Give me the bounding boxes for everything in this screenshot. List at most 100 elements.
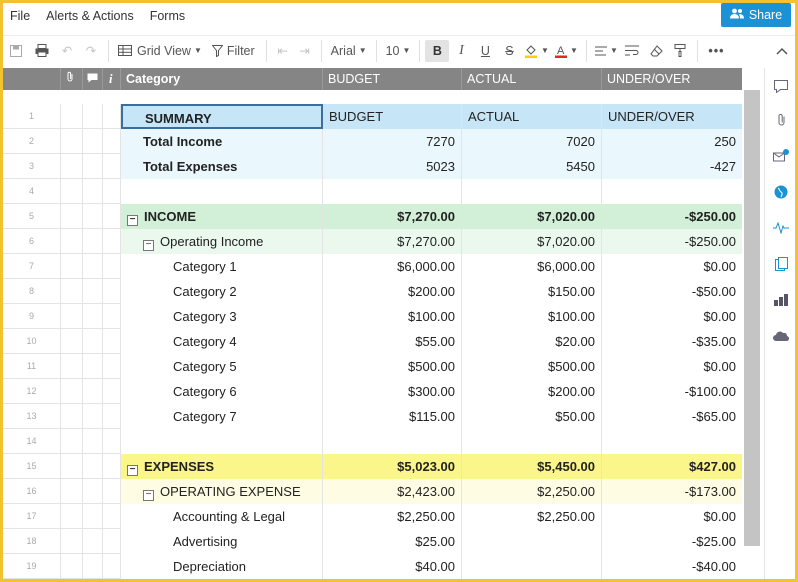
- bold-icon[interactable]: B: [425, 39, 450, 62]
- format-painter-icon[interactable]: [668, 40, 692, 62]
- attachment-cell[interactable]: [61, 129, 83, 154]
- category-cell[interactable]: Category 2: [121, 279, 323, 304]
- table-row[interactable]: 13 Category 7 $115.00 $50.00 -$65.00: [3, 404, 742, 429]
- budget-cell[interactable]: $2,250.00: [323, 504, 462, 529]
- budget-cell[interactable]: $300.00: [323, 379, 462, 404]
- actual-cell[interactable]: 7020: [462, 129, 602, 154]
- under-over-cell[interactable]: 250: [602, 129, 742, 154]
- italic-icon[interactable]: I: [449, 40, 473, 62]
- eraser-icon[interactable]: [644, 40, 668, 62]
- category-cell[interactable]: Total Income: [121, 129, 323, 154]
- info-cell[interactable]: [103, 254, 121, 279]
- actual-cell[interactable]: [462, 529, 602, 554]
- attachment-cell[interactable]: [61, 229, 83, 254]
- attachment-cell[interactable]: [61, 304, 83, 329]
- attachment-cell[interactable]: [61, 454, 83, 479]
- comment-cell[interactable]: [83, 454, 103, 479]
- attachment-cell[interactable]: [61, 104, 83, 129]
- under-over-cell[interactable]: -$250.00: [602, 204, 742, 229]
- table-row[interactable]: 2 Total Income 7270 7020 250: [3, 129, 742, 154]
- fill-color-dropdown[interactable]: ▼: [521, 40, 551, 62]
- category-cell[interactable]: Advertising: [121, 529, 323, 554]
- cloud-connector-icon[interactable]: [773, 328, 789, 344]
- budget-cell[interactable]: $7,270.00: [323, 204, 462, 229]
- budget-cell[interactable]: $25.00: [323, 529, 462, 554]
- actual-cell[interactable]: $2,250.00: [462, 504, 602, 529]
- info-cell[interactable]: [103, 304, 121, 329]
- info-cell[interactable]: [103, 554, 121, 579]
- indent-icon[interactable]: ⇥: [294, 40, 316, 62]
- collapse-toolbar-icon[interactable]: [769, 40, 795, 62]
- under-over-cell[interactable]: -$40.00: [602, 554, 742, 579]
- table-row[interactable]: 6− Operating Income $7,270.00 $7,020.00 -$25…: [3, 229, 742, 254]
- category-cell[interactable]: Category 5: [121, 354, 323, 379]
- budget-cell[interactable]: 5023: [323, 154, 462, 179]
- table-row[interactable]: 12 Category 6 $300.00 $200.00 -$100.00: [3, 379, 742, 404]
- grid-view-dropdown[interactable]: Grid View ▼: [114, 40, 206, 62]
- table-row[interactable]: 15− EXPENSES $5,023.00 $5,450.00 $427.00: [3, 454, 742, 479]
- info-cell[interactable]: [103, 204, 121, 229]
- info-cell[interactable]: [103, 354, 121, 379]
- actual-cell[interactable]: $7,020.00: [462, 229, 602, 254]
- under-over-cell[interactable]: -$100.00: [602, 379, 742, 404]
- comment-cell[interactable]: [83, 379, 103, 404]
- actual-cell[interactable]: $50.00: [462, 404, 602, 429]
- attachment-cell[interactable]: [61, 279, 83, 304]
- budget-cell[interactable]: $115.00: [323, 404, 462, 429]
- comment-cell[interactable]: [83, 329, 103, 354]
- table-row[interactable]: 3 Total Expenses 5023 5450 -427: [3, 154, 742, 179]
- budget-cell[interactable]: 7270: [323, 129, 462, 154]
- attachment-cell[interactable]: [61, 429, 83, 454]
- budget-cell[interactable]: $500.00: [323, 354, 462, 379]
- text-color-dropdown[interactable]: A ▼: [551, 40, 581, 62]
- table-row[interactable]: 1 SUMMARY BUDGET ACTUAL UNDER/OVER: [3, 104, 742, 129]
- collapse-toggle-icon[interactable]: −: [127, 465, 138, 476]
- header-budget[interactable]: BUDGET: [323, 68, 462, 90]
- budget-cell[interactable]: $5,023.00: [323, 454, 462, 479]
- table-row[interactable]: 18 Advertising $25.00 -$25.00: [3, 529, 742, 554]
- menu-alerts-actions[interactable]: Alerts & Actions: [46, 9, 134, 23]
- align-dropdown[interactable]: ▼: [592, 40, 620, 62]
- actual-cell[interactable]: [462, 554, 602, 579]
- strikethrough-icon[interactable]: S: [497, 40, 521, 62]
- share-button[interactable]: Share: [721, 3, 791, 27]
- budget-cell[interactable]: $6,000.00: [323, 254, 462, 279]
- attachment-cell[interactable]: [61, 529, 83, 554]
- attachment-cell[interactable]: [61, 179, 83, 204]
- table-row[interactable]: 4: [3, 179, 742, 204]
- actual-cell[interactable]: $500.00: [462, 354, 602, 379]
- info-cell[interactable]: [103, 504, 121, 529]
- info-cell[interactable]: [103, 404, 121, 429]
- comment-cell[interactable]: [83, 304, 103, 329]
- table-row[interactable]: 5− INCOME $7,270.00 $7,020.00 -$250.00: [3, 204, 742, 229]
- category-cell[interactable]: Total Expenses: [121, 154, 323, 179]
- underline-icon[interactable]: U: [473, 40, 497, 62]
- under-over-cell[interactable]: $0.00: [602, 504, 742, 529]
- attachment-cell[interactable]: [61, 204, 83, 229]
- info-cell[interactable]: [103, 129, 121, 154]
- table-row[interactable]: 7 Category 1 $6,000.00 $6,000.00 $0.00: [3, 254, 742, 279]
- under-over-cell[interactable]: -$50.00: [602, 279, 742, 304]
- menu-forms[interactable]: Forms: [150, 9, 185, 23]
- budget-cell[interactable]: $2,423.00: [323, 479, 462, 504]
- table-row[interactable]: 19 Depreciation $40.00 -$40.00: [3, 554, 742, 579]
- under-over-cell[interactable]: [602, 429, 742, 454]
- info-cell[interactable]: [103, 529, 121, 554]
- print-icon[interactable]: [29, 40, 55, 62]
- category-cell[interactable]: − Operating Income: [121, 229, 323, 254]
- header-actual[interactable]: ACTUAL: [462, 68, 602, 90]
- update-requests-icon[interactable]: [773, 148, 789, 164]
- info-cell[interactable]: [103, 154, 121, 179]
- comment-cell[interactable]: [83, 554, 103, 579]
- under-over-cell[interactable]: -$65.00: [602, 404, 742, 429]
- filter-button[interactable]: Filter: [206, 40, 261, 62]
- info-cell[interactable]: [103, 229, 121, 254]
- category-cell[interactable]: Category 3: [121, 304, 323, 329]
- attachment-cell[interactable]: [61, 154, 83, 179]
- actual-cell[interactable]: ACTUAL: [462, 104, 602, 129]
- actual-cell[interactable]: $150.00: [462, 279, 602, 304]
- budget-cell[interactable]: [323, 429, 462, 454]
- actual-cell[interactable]: $200.00: [462, 379, 602, 404]
- table-row[interactable]: 11 Category 5 $500.00 $500.00 $0.00: [3, 354, 742, 379]
- under-over-cell[interactable]: -$250.00: [602, 229, 742, 254]
